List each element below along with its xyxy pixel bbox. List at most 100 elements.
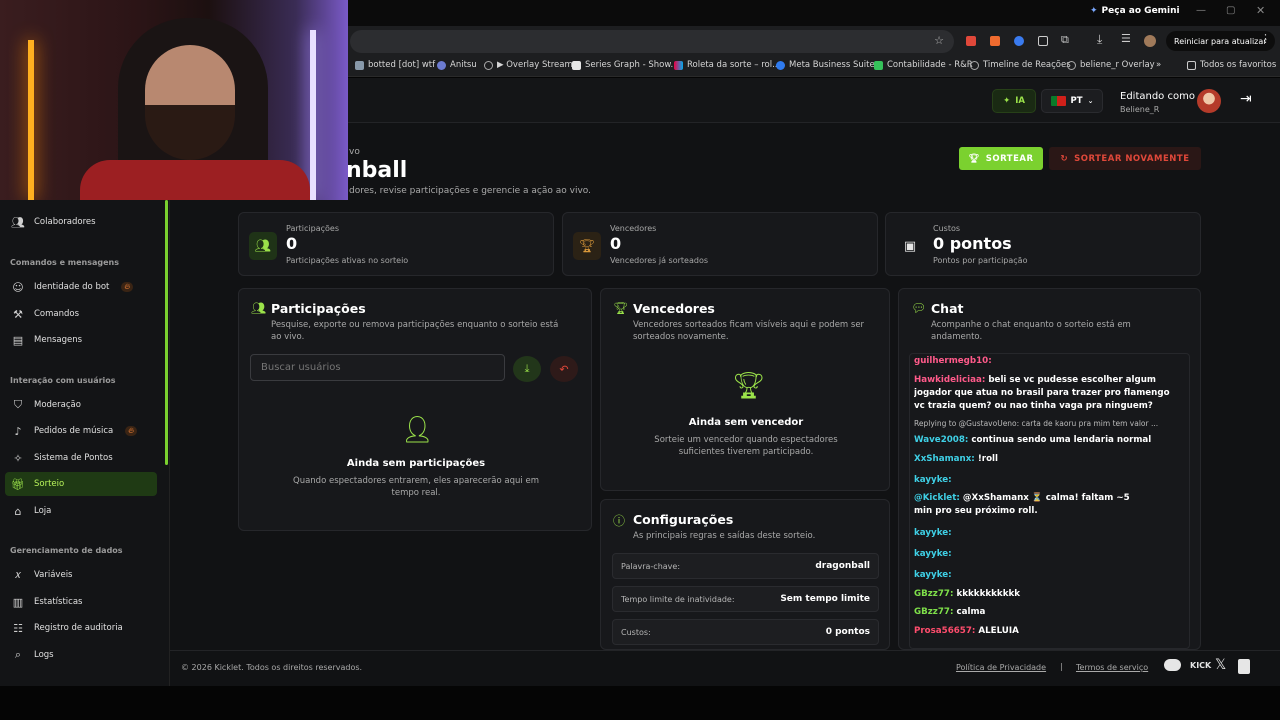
- empty-title: Ainda sem participações: [346, 458, 486, 469]
- menu-icon[interactable]: ⋮: [1260, 32, 1271, 45]
- config-row-costs: Custos: 0 pontos: [612, 619, 879, 645]
- globe-icon: [970, 60, 979, 70]
- draw-button[interactable]: 🏆︎ SORTEAR: [959, 147, 1043, 170]
- chat-username: Wave2008:: [914, 435, 969, 445]
- sidebar-item-music-requests[interactable]: ♪ Pedidos de música 🔥︎: [5, 419, 157, 443]
- sidebar-item-variables[interactable]: 𝑥 Variáveis: [5, 563, 157, 587]
- fire-icon: 🔥︎: [125, 426, 138, 436]
- extension-icon[interactable]: [966, 36, 976, 46]
- sidebar-item-raffle[interactable]: 🎁︎ Sorteio: [5, 472, 157, 496]
- cast-icon[interactable]: ☰: [1121, 32, 1131, 45]
- extension-icon[interactable]: [990, 36, 1000, 46]
- sidebar-item-store[interactable]: ⌂ Loja: [5, 499, 157, 523]
- sidebar-item-commands[interactable]: ⚒ Comandos: [5, 302, 157, 326]
- add-user-icon: 👤︎: [401, 415, 435, 445]
- chat-message: kayyke:: [914, 527, 1186, 539]
- download-icon[interactable]: ⤓: [1097, 32, 1102, 47]
- panel-title: Configurações: [633, 512, 734, 527]
- extension-icon[interactable]: [1038, 36, 1048, 46]
- sidebar-item-audit-log[interactable]: ☷ Registro de auditoria: [5, 616, 157, 640]
- puzzle-icon[interactable]: ⧉: [1061, 33, 1069, 47]
- trophy-icon: 🏆︎: [573, 232, 601, 260]
- chat-username: GBzz77:: [914, 589, 954, 599]
- sidebar-item-messages[interactable]: ▤ Mensagens: [5, 328, 157, 352]
- minimize-icon[interactable]: —: [1196, 5, 1206, 16]
- sidebar-item-logs[interactable]: ⌕ Logs: [5, 643, 157, 667]
- panel-desc: Vencedores sorteados ficam visíveis aqui…: [633, 320, 865, 342]
- chat-message: Hawkideliciaa: beli se vc pudesse escolh…: [914, 374, 1186, 386]
- chat-username: kayyke:: [914, 549, 952, 559]
- meta-icon: [776, 60, 785, 70]
- search-users-input[interactable]: [250, 354, 505, 381]
- extension-icon[interactable]: [1014, 36, 1024, 46]
- chat-text: vc trazia quem? ou nao tinha vaga pra ni…: [914, 401, 1153, 411]
- bookmark-item[interactable]: Contabilidade - R&R: [874, 60, 973, 70]
- terms-link[interactable]: Termos de serviço: [1076, 663, 1148, 672]
- kick-icon[interactable]: KICK: [1190, 661, 1211, 670]
- x-icon[interactable]: 𝕏: [1215, 657, 1226, 673]
- address-bar[interactable]: ☆: [350, 30, 954, 53]
- webcam-overlay: [0, 0, 348, 200]
- avatar[interactable]: [1197, 89, 1221, 113]
- close-icon[interactable]: ✕: [1256, 4, 1265, 17]
- folder-icon: [1187, 60, 1196, 70]
- stat-card-costs: ▣ Custos 0 pontos Pontos por participaçã…: [885, 212, 1201, 276]
- export-button[interactable]: ⤓: [513, 356, 541, 382]
- star-icon[interactable]: ☆: [934, 34, 944, 47]
- maximize-icon[interactable]: ▢: [1226, 5, 1235, 16]
- chat-username: XxShamanx:: [914, 454, 975, 464]
- sidebar-item-moderation[interactable]: ⛉ Moderação: [5, 393, 157, 417]
- sidebar-item-bot-identity[interactable]: ☺ Identidade do bot 🔥︎: [5, 275, 157, 299]
- restart-update-button[interactable]: Reiniciar para atualizar: [1166, 31, 1275, 51]
- empty-title: Ainda sem vencedor: [688, 417, 804, 428]
- globe-icon: [1067, 60, 1076, 70]
- money-icon: ▣: [903, 238, 917, 254]
- stat-value: 0 pontos: [933, 234, 1012, 253]
- remove-button[interactable]: ↶: [550, 356, 578, 382]
- chat-icon: 💬︎: [911, 301, 927, 315]
- users-icon: 👥︎: [251, 301, 267, 315]
- gemini-button[interactable]: ✦ Peça ao Gemini: [1090, 6, 1180, 16]
- page-title: nball: [346, 158, 408, 183]
- avatar[interactable]: [1144, 35, 1156, 47]
- sidebar-item-points-system[interactable]: ✧ Sistema de Pontos: [5, 446, 157, 470]
- bookmark-item[interactable]: Anitsu: [437, 60, 477, 70]
- language-select[interactable]: PT ⌄: [1041, 89, 1103, 113]
- sparkle-icon: ✧: [13, 451, 23, 465]
- chat-message: XxShamanx: !roll: [914, 453, 1186, 465]
- bookmark-item[interactable]: Timeline de Reações: [970, 60, 1071, 70]
- sidebar-scrollbar[interactable]: [165, 200, 168, 465]
- all-favorites-button[interactable]: Todos os favoritos: [1187, 60, 1276, 70]
- ai-button[interactable]: ✦ IA: [992, 89, 1036, 113]
- config-row-keyword: Palavra-chave: dragonball: [612, 553, 879, 579]
- bookmark-item[interactable]: Series Graph - Show...: [572, 60, 679, 70]
- redraw-button[interactable]: ↻ SORTEAR NOVAMENTE: [1049, 147, 1201, 170]
- globe-icon: [484, 60, 493, 70]
- bookmark-item[interactable]: ▶ Overlay Stream: [484, 60, 573, 70]
- portugal-flag-icon: [1050, 96, 1066, 106]
- chat-message: vc trazia quem? ou nao tinha vaga pra ni…: [914, 400, 1186, 412]
- bookmark-item[interactable]: botted [dot] wtf: [355, 60, 435, 70]
- bookmark-item[interactable]: beliene_r Overlay: [1067, 60, 1155, 70]
- stat-sub: Participações ativas no sorteio: [286, 256, 409, 265]
- audit-icon: ☷: [13, 621, 23, 635]
- document-icon[interactable]: [1238, 659, 1250, 674]
- chat-text: @XxShamanx ⏳ calma! faltam ~5: [962, 493, 1130, 503]
- stat-label: Participações: [286, 224, 339, 233]
- light-bar: [28, 40, 34, 200]
- logout-icon[interactable]: ⇥: [1240, 91, 1252, 107]
- message-icon: ▤: [12, 333, 24, 347]
- sidebar-item-collaborators[interactable]: 👥︎ Colaboradores: [5, 210, 157, 234]
- bookmark-item[interactable]: Roleta da sorte – rol...: [674, 60, 780, 70]
- more-bookmarks-button[interactable]: »: [1156, 60, 1161, 70]
- trophy-icon: 🏆︎: [613, 301, 629, 315]
- chat-message: Prosa56657: ALELUIA: [914, 625, 1186, 637]
- undo-icon: ↶: [559, 362, 569, 376]
- discord-icon[interactable]: [1164, 659, 1181, 671]
- page-subtitle: dores, revise participações e gerencie a…: [349, 186, 592, 196]
- sidebar-item-statistics[interactable]: ▥ Estatísticas: [5, 590, 157, 614]
- gift-icon: 🎁︎: [11, 477, 25, 491]
- bookmark-item[interactable]: Meta Business Suite: [776, 60, 875, 70]
- store-icon: ⌂: [14, 504, 22, 518]
- privacy-link[interactable]: Política de Privacidade: [956, 663, 1046, 672]
